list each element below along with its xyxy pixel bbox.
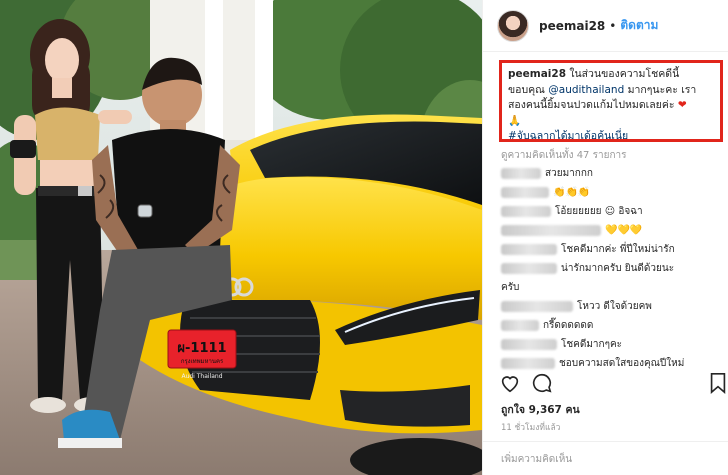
post-photo[interactable]: ผ-1111 กรุงเทพมหานคร Audi Thailand [0,0,482,475]
plate-number: ผ-1111 [177,341,226,356]
comment-text: 👏👏👏 [553,187,591,198]
blurred-username [501,224,601,236]
comment-text: น่ารักมากครับ ยินดีด้วยนะ [561,263,675,274]
heart-emoji: ❤ [677,99,687,111]
comment-item: กรี๊ดดดดดด [501,316,723,335]
comment-item: โอ้ยยยยยย ☺ อิจฉา [501,202,723,221]
blurred-username [501,319,539,331]
comment-text: โชคดีมากค่ะ พี่ปีใหม่น่ารัก [561,244,675,255]
comment-text: ครับ [501,282,520,293]
blurred-username [501,205,551,217]
comment-text: สวยมากกก [545,168,593,179]
separator-dot: • [609,18,617,33]
comment-text: 💛💛💛 [605,225,643,236]
caption-hashtag-link[interactable]: #จับฉลากได้มาเด้อค้นเนี่ย [508,130,628,142]
caption-highlight-box: peemai28 ในส่วนของความโชคดีนี้ ขอบคุณ @a… [499,60,723,142]
comment-item: 💛💛💛 [501,221,723,240]
comment-list: สวยมากกก 👏👏👏 โอ้ยยยยยย ☺ อิจฉา 💛💛💛 โชคดี… [501,164,723,373]
blurred-username [501,262,557,274]
caption-username[interactable]: peemai28 [508,68,566,80]
blurred-username [501,338,557,350]
comment-text: โชคดีมากๆคะ [561,339,623,350]
plate-province: กรุงเทพมหานคร [181,358,224,365]
comment-text: โอ้ยยยยยย ☺ อิจฉา [555,206,643,217]
post-sidebar: peemai28 • ติดตาม peemai28 ในส่วนของความ… [482,0,728,475]
caption-mention-link[interactable]: @audithailand [548,84,624,96]
photo-illustration: ผ-1111 กรุงเทพมหานคร Audi Thailand [0,0,482,475]
comment-item: โชคดีมากๆคะ [501,335,723,354]
comment-item: 👏👏👏 [501,183,723,202]
username-link[interactable]: peemai28 [539,19,605,33]
blurred-username [501,357,555,369]
post-header: peemai28 • ติดตาม [483,0,728,52]
comment-text: ชอบความสดใสของคุณปีใหม่ [559,358,685,369]
blurred-username [501,186,549,198]
action-bar [499,372,726,394]
comment-item: ชอบความสดใสของคุณปีใหม่ [501,354,723,373]
comment-text: กรี๊ดดดดดด [543,320,594,331]
comment-text: โหวว ดีใจด้วยคพ [577,301,652,312]
follow-button[interactable]: ติดตาม [620,16,658,35]
add-comment-input[interactable]: เพิ่มความคิดเห็น [483,441,728,475]
speech-bubble-icon[interactable] [531,372,553,398]
likes-count[interactable]: ถูกใจ 9,367 คน [501,401,580,418]
heart-outline-icon[interactable] [499,372,521,398]
blurred-username [501,167,541,179]
bookmark-icon[interactable] [709,372,727,398]
blurred-username [501,243,557,255]
avatar[interactable] [497,9,529,42]
pray-emoji: 🙏 [508,114,522,127]
comment-item: สวยมากกก [501,164,723,183]
comment-item: โหวว ดีใจด้วยคพ [501,297,723,316]
post-timestamp: 11 ชั่วโมงที่แล้ว [501,423,561,433]
comment-item: น่ารักมากครับ ยินดีด้วยนะ [501,259,723,278]
comment-item: โชคดีมากค่ะ พี่ปีใหม่น่ารัก [501,240,723,259]
dealer-text: Audi Thailand [181,373,222,380]
blurred-username [501,300,573,312]
view-all-comments-link[interactable]: ดูความคิดเห็นทั้ง 47 รายการ [501,148,626,163]
comment-item: ครับ [501,278,723,297]
